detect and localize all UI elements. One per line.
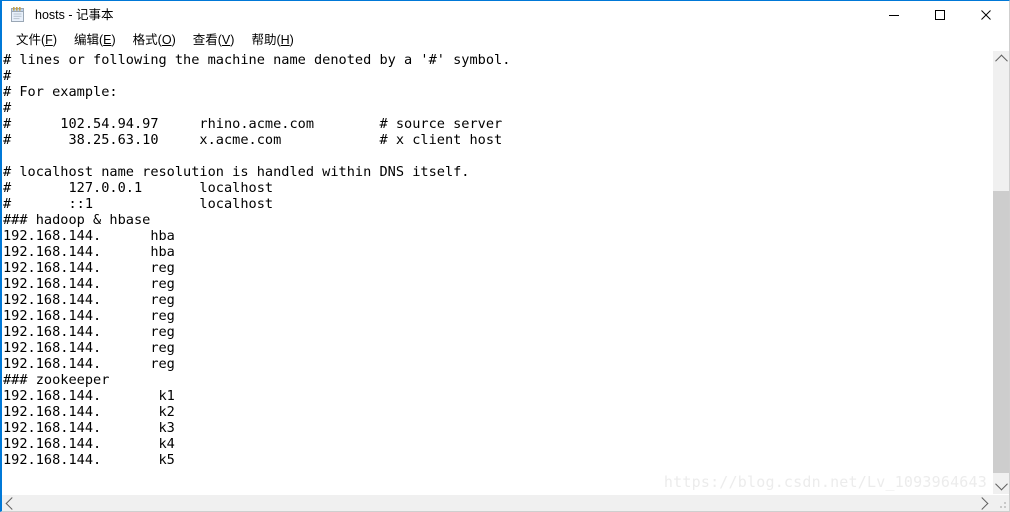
menu-item-format-text: 格式(	[132, 33, 162, 47]
resize-grip-icon[interactable]	[992, 495, 1009, 511]
menu-item-help-accel: H	[280, 33, 290, 47]
document-line: # 127.0.0.1 localhost	[3, 180, 274, 196]
document-line: ### zookeeper	[3, 372, 110, 388]
menu-item-edit[interactable]: 编辑(E)	[66, 30, 125, 50]
horizontal-scrollbar-row	[2, 494, 1009, 511]
close-button[interactable]	[963, 1, 1009, 29]
notepad-icon	[9, 6, 27, 24]
maximize-button[interactable]	[917, 1, 963, 29]
menu-item-format[interactable]: 格式(O)	[125, 30, 185, 50]
scroll-right-button[interactable]	[975, 495, 992, 511]
menu-bar: 文件(F) 编辑(E) 格式(O) 查看(V) 帮助(H)	[2, 29, 1009, 51]
document-line: 192.168.144. reg	[3, 308, 175, 324]
menu-item-file-text: 文件(	[16, 33, 46, 47]
scroll-left-button[interactable]	[2, 495, 19, 511]
menu-item-help-tail: )	[289, 33, 294, 47]
menu-item-edit-tail: )	[111, 33, 116, 47]
document-line: 192.168.144. reg	[3, 324, 175, 340]
document-text: # lines or following the machine name de…	[3, 52, 510, 468]
document-line: 192.168.144. reg	[3, 340, 175, 356]
menu-item-edit-text: 编辑(	[73, 33, 104, 47]
window-title: hosts - 记事本	[35, 8, 114, 22]
document-line: 192.168.144. k2	[3, 404, 175, 420]
menu-item-help[interactable]: 帮助(H)	[243, 30, 302, 50]
menu-item-edit-accel: E	[103, 33, 112, 47]
document-line: 192.168.144. reg	[3, 292, 175, 308]
document-line: 192.168.144. reg	[3, 276, 175, 292]
document-line: 192.168.144. reg	[3, 260, 175, 276]
chevron-right-icon	[975, 496, 989, 510]
scroll-up-button[interactable]	[993, 51, 1009, 68]
menu-item-file-tail: )	[52, 33, 57, 47]
client-row: # lines or following the machine name de…	[2, 51, 1009, 494]
menu-item-view-accel: V	[221, 33, 231, 47]
client-area: # lines or following the machine name de…	[2, 51, 1009, 511]
chevron-down-icon	[994, 477, 1008, 491]
document-line: 192.168.144. k4	[3, 436, 175, 452]
menu-item-format-tail: )	[171, 33, 176, 47]
title-bar[interactable]: hosts - 记事本	[2, 1, 1009, 29]
document-line: 192.168.144. k1	[3, 388, 175, 404]
title-bar-left: hosts - 记事本	[2, 1, 114, 29]
minimize-button[interactable]	[871, 1, 917, 29]
window-controls	[871, 1, 1009, 29]
menu-item-help-text: 帮助(	[251, 33, 281, 47]
document-line: 192.168.144. k3	[3, 420, 175, 436]
document-line: 192.168.144. k5	[3, 452, 175, 468]
document-line: ### hadoop & hbase	[3, 212, 151, 228]
horizontal-scroll-track[interactable]	[19, 495, 975, 511]
vertical-scrollbar[interactable]	[992, 51, 1009, 494]
menu-item-format-accel: O	[161, 33, 172, 47]
horizontal-scrollbar[interactable]	[2, 495, 992, 511]
document-line: # lines or following the machine name de…	[3, 52, 511, 68]
document-line: # localhost name resolution is handled w…	[3, 164, 470, 180]
notepad-window: hosts - 记事本 文件(F) 编辑(E) 格式(O) 查看(V) 帮助(H…	[0, 0, 1010, 512]
document-line: # For example:	[3, 84, 118, 100]
document-line: # 102.54.94.97 rhino.acme.com # source s…	[3, 116, 503, 132]
menu-item-view-tail: )	[230, 33, 235, 47]
document-line: 192.168.144. hba	[3, 244, 175, 260]
document-line: #	[3, 68, 12, 84]
document-line: 192.168.144. hba	[3, 228, 175, 244]
menu-item-view-text: 查看(	[192, 33, 222, 47]
vertical-scroll-track[interactable]	[993, 68, 1009, 477]
document-line: # 38.25.63.10 x.acme.com # x client host	[3, 132, 503, 148]
chevron-up-icon	[994, 54, 1008, 68]
scroll-down-button[interactable]	[993, 477, 1009, 494]
menu-item-file[interactable]: 文件(F)	[8, 30, 66, 50]
document-line: 192.168.144. reg	[3, 356, 175, 372]
vertical-scroll-thumb[interactable]	[993, 190, 1009, 473]
menu-item-file-accel: F	[45, 33, 53, 47]
document-line: #	[3, 100, 12, 116]
chevron-left-icon	[5, 496, 19, 510]
text-editor[interactable]: # lines or following the machine name de…	[2, 51, 992, 494]
horizontal-scroll-thumb[interactable]	[19, 495, 975, 511]
document-line: # ::1 localhost	[3, 196, 274, 212]
menu-item-view[interactable]: 查看(V)	[185, 30, 244, 50]
